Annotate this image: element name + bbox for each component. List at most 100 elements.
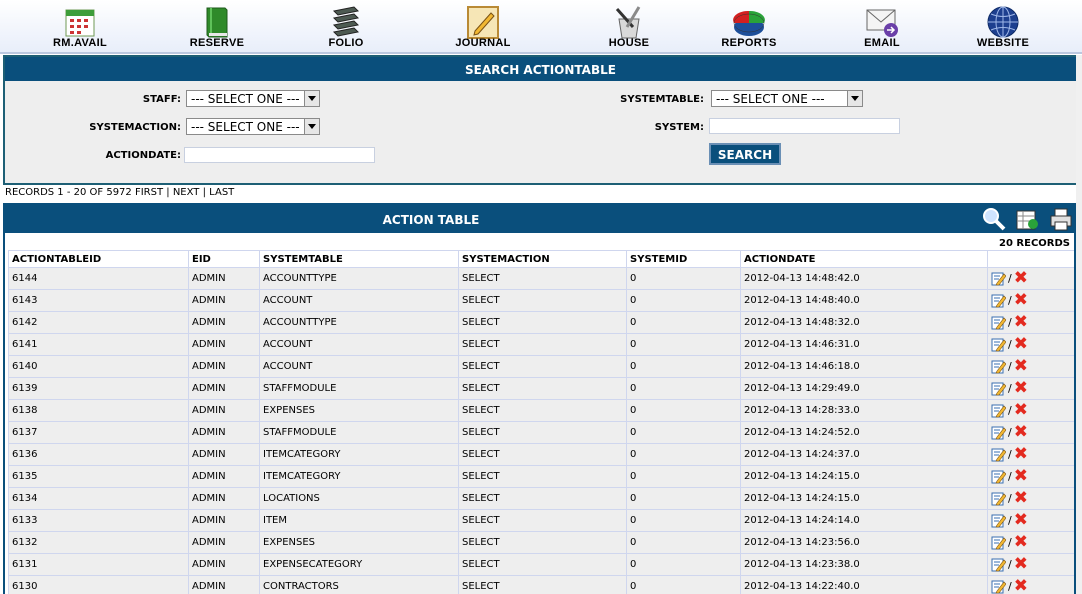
nav-label: JOURNAL bbox=[455, 37, 511, 49]
search-magnifier-icon[interactable] bbox=[980, 206, 1008, 232]
table-row[interactable]: 6142 ADMIN ACCOUNTTYPE SELECT 0 2012-04-13 14… bbox=[8, 311, 1074, 334]
journal-pencil-icon bbox=[467, 6, 499, 39]
table-row[interactable]: 6136 ADMIN ITEMCATEGORY SELECT 0 2012-04-13 1… bbox=[8, 443, 1074, 466]
delete-icon[interactable]: ✖ bbox=[1014, 358, 1028, 375]
delete-icon[interactable]: ✖ bbox=[1014, 402, 1028, 419]
pager-separator: | bbox=[202, 187, 206, 198]
nav-house[interactable]: HOUSE bbox=[598, 0, 660, 52]
table-row[interactable]: 6132 ADMIN EXPENSES SELECT 0 2012-04-13 14:23… bbox=[8, 531, 1074, 554]
edit-icon[interactable] bbox=[991, 271, 1006, 286]
cell-actiondate: 2012-04-13 14:48:42.0 bbox=[740, 267, 988, 290]
row-actions: / ✖ bbox=[987, 421, 1074, 444]
systemtable-label: SYSTEMTABLE: bbox=[620, 94, 704, 105]
table-row[interactable]: 6138 ADMIN EXPENSES SELECT 0 2012-04-13 14:28… bbox=[8, 399, 1074, 422]
row-actions: / ✖ bbox=[987, 289, 1074, 312]
nav-reports[interactable]: REPORTS bbox=[712, 0, 786, 52]
delete-icon[interactable]: ✖ bbox=[1014, 336, 1028, 353]
column-header-systemaction[interactable]: SYSTEMACTION bbox=[458, 250, 627, 268]
systemtable-select[interactable]: --- SELECT ONE --- bbox=[711, 90, 863, 107]
delete-icon[interactable]: ✖ bbox=[1014, 380, 1028, 397]
row-actions: / ✖ bbox=[987, 531, 1074, 554]
delete-icon[interactable]: ✖ bbox=[1014, 556, 1028, 573]
table-row[interactable]: 6143 ADMIN ACCOUNT SELECT 0 2012-04-13 14:48:… bbox=[8, 289, 1074, 312]
nav-rm-avail[interactable]: RM.AVAIL bbox=[48, 0, 112, 52]
column-header-systemtable[interactable]: SYSTEMTABLE bbox=[259, 250, 459, 268]
table-row[interactable]: 6133 ADMIN ITEM SELECT 0 2012-04-13 14:24:14.… bbox=[8, 509, 1074, 532]
edit-icon[interactable] bbox=[991, 337, 1006, 352]
edit-icon[interactable] bbox=[991, 315, 1006, 330]
delete-icon[interactable]: ✖ bbox=[1014, 512, 1028, 529]
pager-separator: | bbox=[166, 187, 170, 198]
first-page-link[interactable]: FIRST bbox=[135, 187, 163, 198]
edit-icon[interactable] bbox=[991, 579, 1006, 594]
delete-icon[interactable]: ✖ bbox=[1014, 292, 1028, 309]
table-row[interactable]: 6131 ADMIN EXPENSECATEGORY SELECT 0 2012-04-1… bbox=[8, 553, 1074, 576]
records-range: RECORDS 1 - 20 OF 5972 bbox=[5, 187, 132, 198]
actiondate-input[interactable] bbox=[184, 147, 375, 163]
edit-icon[interactable] bbox=[991, 535, 1006, 550]
delete-icon[interactable]: ✖ bbox=[1014, 578, 1028, 594]
cell-systemid: 0 bbox=[626, 487, 741, 510]
nav-email[interactable]: EMAIL bbox=[855, 0, 909, 52]
table-row[interactable]: 6141 ADMIN ACCOUNT SELECT 0 2012-04-13 14:46:… bbox=[8, 333, 1074, 356]
search-button[interactable]: SEARCH bbox=[709, 143, 781, 165]
action-separator: / bbox=[1008, 294, 1012, 307]
housekeeping-bucket-icon bbox=[615, 6, 641, 39]
staff-select[interactable]: --- SELECT ONE --- bbox=[186, 90, 320, 107]
delete-icon[interactable]: ✖ bbox=[1014, 534, 1028, 551]
next-page-link[interactable]: NEXT bbox=[173, 187, 200, 198]
edit-icon[interactable] bbox=[991, 293, 1006, 308]
table-row[interactable]: 6139 ADMIN STAFFMODULE SELECT 0 2012-04-13 14… bbox=[8, 377, 1074, 400]
systemtable-select-value: --- SELECT ONE --- bbox=[716, 92, 825, 106]
table-row[interactable]: 6140 ADMIN ACCOUNT SELECT 0 2012-04-13 14:46:… bbox=[8, 355, 1074, 378]
print-icon[interactable] bbox=[1047, 206, 1075, 232]
cell-actiondate: 2012-04-13 14:48:40.0 bbox=[740, 289, 988, 312]
delete-icon[interactable]: ✖ bbox=[1014, 270, 1028, 287]
edit-icon[interactable] bbox=[991, 381, 1006, 396]
vertical-scrollbar[interactable] bbox=[1076, 55, 1082, 594]
edit-icon[interactable] bbox=[991, 491, 1006, 506]
column-header-systemid[interactable]: SYSTEMID bbox=[626, 250, 741, 268]
action-table: ACTIONTABLEID EID SYSTEMTABLE SYSTEMACTI… bbox=[8, 250, 1074, 594]
systemaction-select[interactable]: --- SELECT ONE --- bbox=[186, 118, 320, 135]
column-header-eid[interactable]: EID bbox=[188, 250, 260, 268]
edit-icon[interactable] bbox=[991, 447, 1006, 462]
action-separator: / bbox=[1008, 404, 1012, 417]
nav-folio[interactable]: FOLIO bbox=[316, 0, 376, 52]
delete-icon[interactable]: ✖ bbox=[1014, 490, 1028, 507]
delete-icon[interactable]: ✖ bbox=[1014, 314, 1028, 331]
search-panel-title: SEARCH ACTIONTABLE bbox=[5, 57, 1076, 81]
delete-icon[interactable]: ✖ bbox=[1014, 468, 1028, 485]
edit-icon[interactable] bbox=[991, 425, 1006, 440]
row-actions: / ✖ bbox=[987, 509, 1074, 532]
cell-eid: ADMIN bbox=[188, 377, 260, 400]
edit-icon[interactable] bbox=[991, 469, 1006, 484]
edit-icon[interactable] bbox=[991, 557, 1006, 572]
cell-systemaction: SELECT bbox=[458, 465, 627, 488]
column-header-actiondate[interactable]: ACTIONDATE bbox=[740, 250, 988, 268]
table-row[interactable]: 6130 ADMIN CONTRACTORS SELECT 0 2012-04-13 14… bbox=[8, 575, 1074, 594]
nav-label: HOUSE bbox=[608, 37, 650, 49]
delete-icon[interactable]: ✖ bbox=[1014, 424, 1028, 441]
nav-journal[interactable]: JOURNAL bbox=[450, 0, 516, 52]
row-actions: / ✖ bbox=[987, 443, 1074, 466]
table-row[interactable]: 6137 ADMIN STAFFMODULE SELECT 0 2012-04-13 14… bbox=[8, 421, 1074, 444]
table-row[interactable]: 6144 ADMIN ACCOUNTTYPE SELECT 0 2012-04-13 14… bbox=[8, 267, 1074, 290]
table-row[interactable]: 6135 ADMIN ITEMCATEGORY SELECT 0 2012-04-13 1… bbox=[8, 465, 1074, 488]
edit-icon[interactable] bbox=[991, 403, 1006, 418]
edit-icon[interactable] bbox=[991, 359, 1006, 374]
export-excel-icon[interactable] bbox=[1013, 206, 1041, 232]
nav-website[interactable]: WEBSITE bbox=[968, 0, 1038, 52]
nav-reserve[interactable]: RESERVE bbox=[184, 0, 250, 52]
cell-actiontableid: 6141 bbox=[8, 333, 189, 356]
table-row[interactable]: 6134 ADMIN LOCATIONS SELECT 0 2012-04-13 14:2… bbox=[8, 487, 1074, 510]
cell-eid: ADMIN bbox=[188, 421, 260, 444]
system-input[interactable] bbox=[709, 118, 900, 134]
edit-icon[interactable] bbox=[991, 513, 1006, 528]
cell-actiontableid: 6142 bbox=[8, 311, 189, 334]
delete-icon[interactable]: ✖ bbox=[1014, 446, 1028, 463]
actiondate-label: ACTIONDATE: bbox=[105, 150, 181, 161]
last-page-link[interactable]: LAST bbox=[209, 187, 234, 198]
column-header-actiontableid[interactable]: ACTIONTABLEID bbox=[8, 250, 189, 268]
cell-eid: ADMIN bbox=[188, 333, 260, 356]
